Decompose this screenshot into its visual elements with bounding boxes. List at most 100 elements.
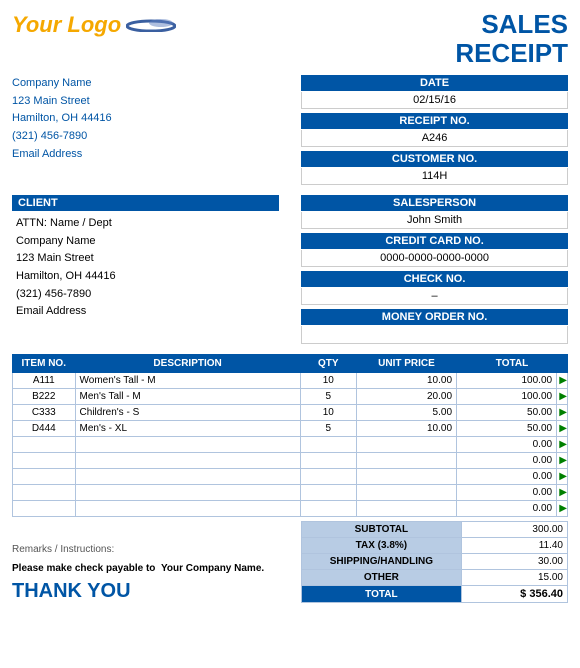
- table-row: 0.00 ▶: [13, 485, 568, 501]
- payable-text: Please make check payable to Your Compan…: [12, 563, 279, 574]
- total-cell: 0.00: [457, 501, 557, 517]
- table-row: A111 Women's Tall - M 10 10.00 100.00 ▶: [13, 373, 568, 389]
- arrow-icon: ▶: [557, 373, 568, 389]
- arrow-icon: ▶: [557, 469, 568, 485]
- subtotal-row: SUBTOTAL 300.00: [302, 522, 568, 538]
- total-cell: 0.00: [457, 437, 557, 453]
- item-no-cell: A111: [13, 373, 76, 389]
- salesperson-label: SALESPERSON: [301, 195, 568, 211]
- total-cell: 100.00: [457, 373, 557, 389]
- desc-cell: [75, 501, 300, 517]
- receipt-title: SALES RECEIPT: [455, 10, 568, 67]
- desc-cell: Children's - S: [75, 405, 300, 421]
- unit-price-cell: [356, 485, 456, 501]
- qty-cell: [300, 437, 356, 453]
- total-value: $ 356.40: [461, 586, 567, 603]
- sender-company: Company Name: [12, 75, 279, 93]
- unit-price-cell: 5.00: [356, 405, 456, 421]
- sender-phone: (321) 456-7890: [12, 128, 279, 146]
- qty-cell: [300, 485, 356, 501]
- customer-label: CUSTOMER NO.: [301, 151, 568, 167]
- receipt-value: A246: [301, 130, 568, 147]
- logo-text: Your Logo: [12, 12, 121, 37]
- other-label: OTHER: [302, 570, 462, 586]
- item-no-cell: [13, 437, 76, 453]
- page: Your Logo SALES RECEIPT Company Name 123…: [0, 0, 580, 613]
- client-label: CLIENT: [12, 195, 279, 211]
- qty-cell: 10: [300, 373, 356, 389]
- middle-section: CLIENT ATTN: Name / Dept Company Name 12…: [12, 195, 568, 348]
- table-row: 0.00 ▶: [13, 453, 568, 469]
- desc-cell: Men's Tall - M: [75, 389, 300, 405]
- unit-price-cell: 10.00: [356, 421, 456, 437]
- qty-cell: [300, 453, 356, 469]
- item-no-cell: [13, 501, 76, 517]
- credit-label: CREDIT CARD NO.: [301, 233, 568, 249]
- totals-col: SUBTOTAL 300.00 TAX (3.8%) 11.40 SHIPPIN…: [301, 521, 568, 603]
- remarks-label: Remarks / Instructions:: [12, 544, 279, 555]
- money-value: [301, 326, 568, 344]
- client-phone: (321) 456-7890: [16, 286, 275, 304]
- subtotal-value: 300.00: [461, 522, 567, 538]
- sender-email: Email Address: [12, 146, 279, 164]
- date-value: 02/15/16: [301, 92, 568, 109]
- qty-cell: 10: [300, 405, 356, 421]
- client-street: 123 Main Street: [16, 250, 275, 268]
- client-attn: ATTN: Name / Dept: [16, 215, 275, 233]
- unit-price-cell: [356, 437, 456, 453]
- sender-info: Company Name 123 Main Street Hamilton, O…: [12, 75, 279, 189]
- item-no-cell: [13, 453, 76, 469]
- header-row: Your Logo SALES RECEIPT: [12, 10, 568, 67]
- total-cell: 0.00: [457, 485, 557, 501]
- unit-price-cell: [356, 469, 456, 485]
- total-cell: 0.00: [457, 469, 557, 485]
- qty-cell: [300, 501, 356, 517]
- total-row: TOTAL $ 356.40: [302, 586, 568, 603]
- col-item-no: ITEM NO.: [13, 355, 76, 373]
- desc-cell: [75, 485, 300, 501]
- table-row: B222 Men's Tall - M 5 20.00 100.00 ▶: [13, 389, 568, 405]
- table-row: 0.00 ▶: [13, 501, 568, 517]
- logo-area: Your Logo: [12, 10, 176, 36]
- date-label: DATE: [301, 75, 568, 91]
- unit-price-cell: [356, 453, 456, 469]
- other-row: OTHER 15.00: [302, 570, 568, 586]
- date-block: DATE 02/15/16 RECEIPT NO. A246 CUSTOMER …: [301, 75, 568, 189]
- client-email: Email Address: [16, 303, 275, 321]
- qty-cell: 5: [300, 389, 356, 405]
- desc-cell: Women's Tall - M: [75, 373, 300, 389]
- total-cell: 50.00: [457, 421, 557, 437]
- items-table: ITEM NO. DESCRIPTION QTY UNIT PRICE TOTA…: [12, 354, 568, 517]
- thank-you: THANK YOU: [12, 580, 279, 603]
- total-cell: 100.00: [457, 389, 557, 405]
- shipping-row: SHIPPING/HANDLING 30.00: [302, 554, 568, 570]
- salesperson-name: John Smith: [301, 212, 568, 229]
- tax-value: 11.40: [461, 538, 567, 554]
- credit-value: 0000-0000-0000-0000: [301, 250, 568, 267]
- qty-cell: 5: [300, 421, 356, 437]
- shipping-value: 30.00: [461, 554, 567, 570]
- totals-table: SUBTOTAL 300.00 TAX (3.8%) 11.40 SHIPPIN…: [301, 521, 568, 603]
- table-row: D444 Men's - XL 5 10.00 50.00 ▶: [13, 421, 568, 437]
- subtotal-label: SUBTOTAL: [302, 522, 462, 538]
- arrow-icon: ▶: [557, 485, 568, 501]
- sender-city: Hamilton, OH 44416: [12, 110, 279, 128]
- other-value: 15.00: [461, 570, 567, 586]
- item-no-cell: B222: [13, 389, 76, 405]
- unit-price-cell: 10.00: [356, 373, 456, 389]
- sender-street: 123 Main Street: [12, 93, 279, 111]
- client-section: CLIENT ATTN: Name / Dept Company Name 12…: [12, 195, 279, 348]
- table-row: C333 Children's - S 10 5.00 50.00 ▶: [13, 405, 568, 421]
- arrow-icon: ▶: [557, 405, 568, 421]
- col-unit-price: UNIT PRICE: [356, 355, 456, 373]
- top-section: Company Name 123 Main Street Hamilton, O…: [12, 75, 568, 189]
- client-city: Hamilton, OH 44416: [16, 268, 275, 286]
- receipt-label: RECEIPT NO.: [301, 113, 568, 129]
- desc-cell: Men's - XL: [75, 421, 300, 437]
- col-description: DESCRIPTION: [75, 355, 300, 373]
- item-no-cell: [13, 485, 76, 501]
- client-company: Company Name: [16, 233, 275, 251]
- check-label: CHECK NO.: [301, 271, 568, 287]
- money-label: MONEY ORDER NO.: [301, 309, 568, 325]
- tax-row: TAX (3.8%) 11.40: [302, 538, 568, 554]
